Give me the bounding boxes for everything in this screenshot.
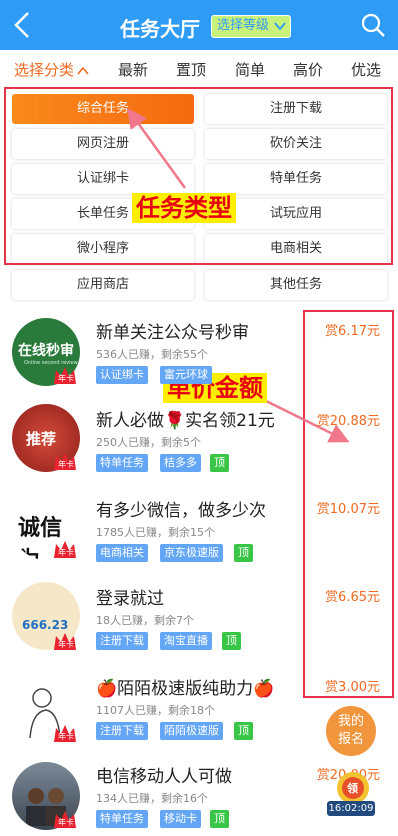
year-card-badge: 年卡 <box>52 808 78 830</box>
task-meta: 1107人已赚，剩余18个 <box>96 704 215 717</box>
task-type-annotation: 任务类型 <box>132 193 236 223</box>
year-card-badge: 年卡 <box>52 450 78 472</box>
task-tag: 移动卡 <box>160 810 201 828</box>
task-tag: 富元环球 <box>160 366 212 384</box>
task-tag: 陌陌极速版 <box>160 722 223 740</box>
task-meta: 250人已赚，剩余5个 <box>96 436 201 449</box>
task-price: 赏6.65元 <box>325 590 380 605</box>
my-signups-button[interactable]: 我的 报名 <box>326 706 376 756</box>
task-title: 电信移动人人可做 <box>96 767 232 787</box>
task-price: 赏20.88元 <box>316 414 380 429</box>
task-title: 新人必做🌹实名领21元 <box>96 411 275 431</box>
task-title: 登录就过 <box>96 589 164 609</box>
pinned-tag: 顶 <box>210 810 229 828</box>
arrow-to-categories <box>127 107 187 189</box>
task-tag: 认证绑卡 <box>96 366 148 384</box>
task-title: 新单关注公众号秒审 <box>96 323 249 343</box>
task-price: 赏6.17元 <box>325 324 380 339</box>
task-item[interactable]: 诚信为 年卡 有多少微信，做多少次 1785人已赚，剩余15个 电商相关 京东极… <box>0 484 398 570</box>
pinned-tag: 顶 <box>210 454 229 472</box>
task-title: 🍎陌陌极速版纯助力🍎 <box>96 679 275 699</box>
countdown-timer: 16:02:09 <box>327 801 375 816</box>
thumb-text: 在线秒审 <box>18 343 74 359</box>
task-item[interactable]: 在线秒审 Online second review 年卡 新单关注公众号秒审 5… <box>0 310 398 396</box>
pinned-tag: 顶 <box>234 544 253 562</box>
year-card-badge: 年卡 <box>52 722 78 744</box>
pinned-tag: 顶 <box>222 632 241 650</box>
float-label-1: 我的 <box>337 714 364 729</box>
task-price: 赏10.07元 <box>316 502 380 517</box>
float-label-2: 报名 <box>337 732 364 747</box>
pinned-tag: 顶 <box>234 722 253 740</box>
task-tag: 特单任务 <box>96 810 148 828</box>
task-item[interactable]: 666.23 年卡 登录就过 18人已赚，剩余7个 注册下载 淘宝直播 顶 赏6… <box>0 572 398 658</box>
task-meta: 18人已赚，剩余7个 <box>96 614 194 627</box>
task-tag: 桔多多 <box>160 454 201 472</box>
task-tag: 京东极速版 <box>160 544 223 562</box>
task-meta: 1785人已赚，剩余15个 <box>96 526 215 539</box>
thumb-text: 推荐 <box>26 430 57 448</box>
task-tag: 注册下载 <box>96 722 148 740</box>
gift-label: 领 <box>347 782 358 795</box>
year-card-badge: 年卡 <box>52 538 78 560</box>
task-tag: 淘宝直播 <box>160 632 212 650</box>
task-item[interactable]: 推荐 年卡 新人必做🌹实名领21元 250人已赚，剩余5个 特单任务 桔多多 顶… <box>0 396 398 482</box>
task-price: 赏3.00元 <box>325 680 380 695</box>
task-tag: 特单任务 <box>96 454 148 472</box>
task-title: 有多少微信，做多少次 <box>96 501 266 521</box>
task-tag: 电商相关 <box>96 544 148 562</box>
year-card-badge: 年卡 <box>52 630 78 652</box>
year-card-badge: 年卡 <box>52 364 78 386</box>
task-tag: 注册下载 <box>96 632 148 650</box>
task-meta: 134人已赚，剩余16个 <box>96 792 208 805</box>
task-meta: 536人已赚，剩余55个 <box>96 348 208 361</box>
